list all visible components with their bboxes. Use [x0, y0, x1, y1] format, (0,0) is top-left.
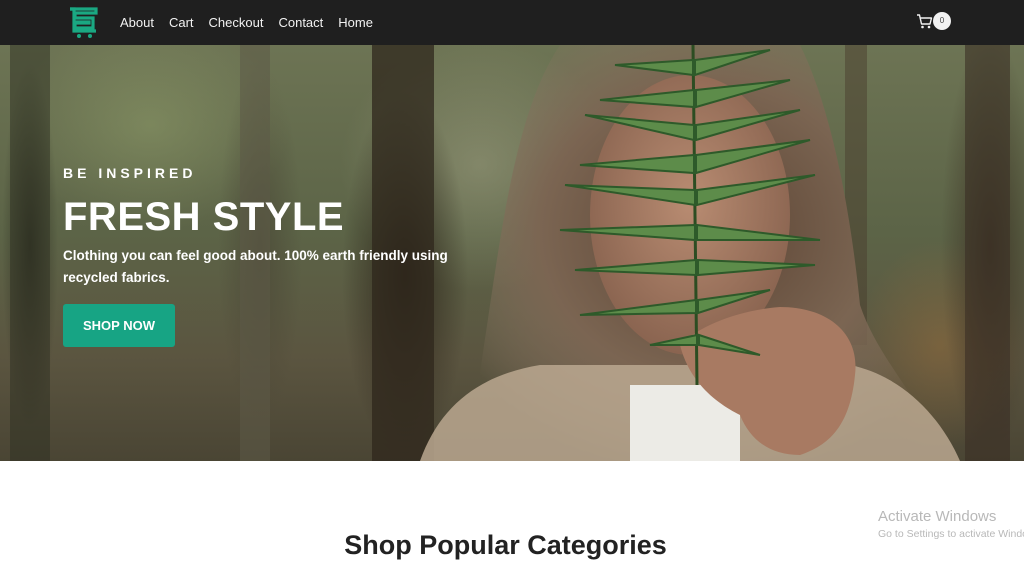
hero-text-block: BE INSPIRED FRESH STYLE Clothing you can…: [63, 165, 483, 289]
watermark-title: Activate Windows: [878, 508, 997, 525]
hero-title: FRESH STYLE: [63, 195, 345, 239]
shop-now-button[interactable]: SHOP NOW: [63, 304, 175, 347]
nav-link-home[interactable]: Home: [338, 15, 373, 30]
shopping-cart-icon: [917, 14, 933, 29]
nav-link-checkout[interactable]: Checkout: [209, 15, 264, 30]
logo-icon[interactable]: [66, 5, 100, 39]
main-nav: About Cart Checkout Contact Home: [120, 0, 373, 45]
hero-banner: BE INSPIRED FRESH STYLE Clothing you can…: [0, 45, 1024, 461]
tree-trunk: [965, 45, 1010, 461]
section-title: Shop Popular Categories: [344, 530, 667, 560]
tree-trunk: [10, 45, 50, 461]
navbar: About Cart Checkout Contact Home 0: [0, 0, 1024, 45]
nav-link-about[interactable]: About: [120, 15, 154, 30]
cart-button[interactable]: 0: [916, 12, 952, 32]
nav-link-contact[interactable]: Contact: [278, 15, 323, 30]
hero-subtitle: Clothing you can feel good about. 100% e…: [63, 248, 448, 285]
watermark-subtitle: Go to Settings to activate Windows.: [878, 528, 1024, 540]
hero-eyebrow: BE INSPIRED: [63, 165, 197, 181]
activation-watermark: Activate Windows Go to Settings to activ…: [878, 508, 1024, 540]
nav-link-cart[interactable]: Cart: [169, 15, 194, 30]
cart-count-badge: 0: [933, 12, 951, 30]
